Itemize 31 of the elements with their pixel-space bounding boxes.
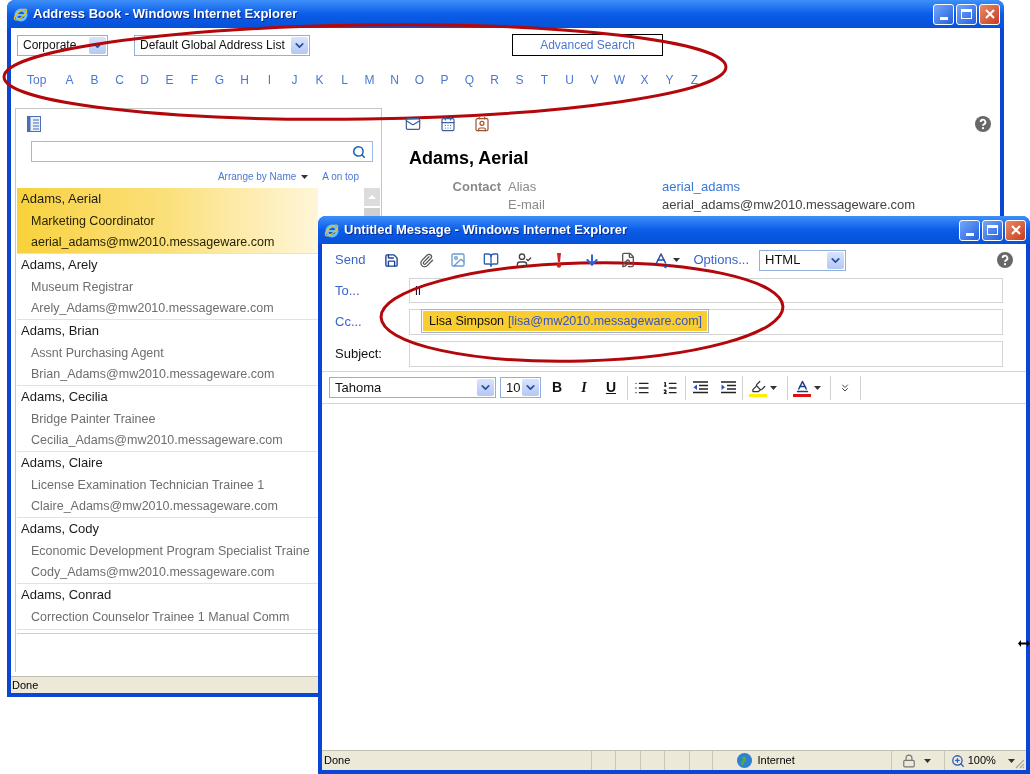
section-label: Contact [452, 178, 501, 196]
contact-title: Economic Development Program Specialist Traine [31, 543, 310, 561]
contact-title: Assnt Purchasing Agent [31, 345, 164, 363]
contact-name: Adams, Brian [21, 321, 100, 340]
field-value: aerial_adams@mw2010.messageware.com [662, 196, 916, 214]
field-label: E-mail [508, 196, 545, 214]
contact-name: Adams, Aerial [21, 189, 102, 208]
contact-email: Cody_Adams@mw2010.messageware.com [31, 563, 275, 581]
contact-title: Marketing Coordinator [31, 213, 155, 231]
contact-email: Cecilia_Adams@mw2010.messageware.com [31, 431, 283, 449]
security-zone-text: Internet [757, 753, 795, 769]
contact-name: Adams, Arely [21, 255, 98, 274]
contact-email: aerial_adams@mw2010.messageware.com [31, 233, 275, 251]
window-title: Untitled Message - Windows Internet Explorer [344, 221, 628, 240]
contact-title: Correction Counselor Trainee 1 Manual Comm [31, 609, 290, 627]
contact-name: Adams, Conrad [21, 585, 112, 604]
contact-name: Adams, Claire [21, 453, 103, 472]
window-title: Address Book - Windows Internet Explorer [33, 5, 298, 24]
contact-name: Adams, Cody [21, 519, 100, 538]
contact-email: Claire_Adams@mw2010.messageware.com [31, 497, 278, 515]
contact-email: Arely_Adams@mw2010.messageware.com [31, 299, 274, 317]
contact-heading: Adams, Aerial [409, 146, 529, 170]
status-text: Done [12, 677, 39, 693]
contact-title: Bridge Painter Trainee [31, 411, 156, 429]
field-label: Subject: [335, 345, 382, 364]
contact-title: License Examination Technician Trainee 1 [31, 477, 265, 495]
field-label: Alias [508, 178, 537, 196]
status-text: Done [324, 753, 351, 769]
contact-email: Brian_Adams@mw2010.messageware.com [31, 365, 275, 383]
contact-name: Adams, Cecilia [21, 387, 108, 406]
contact-title: Museum Registrar [31, 279, 134, 297]
